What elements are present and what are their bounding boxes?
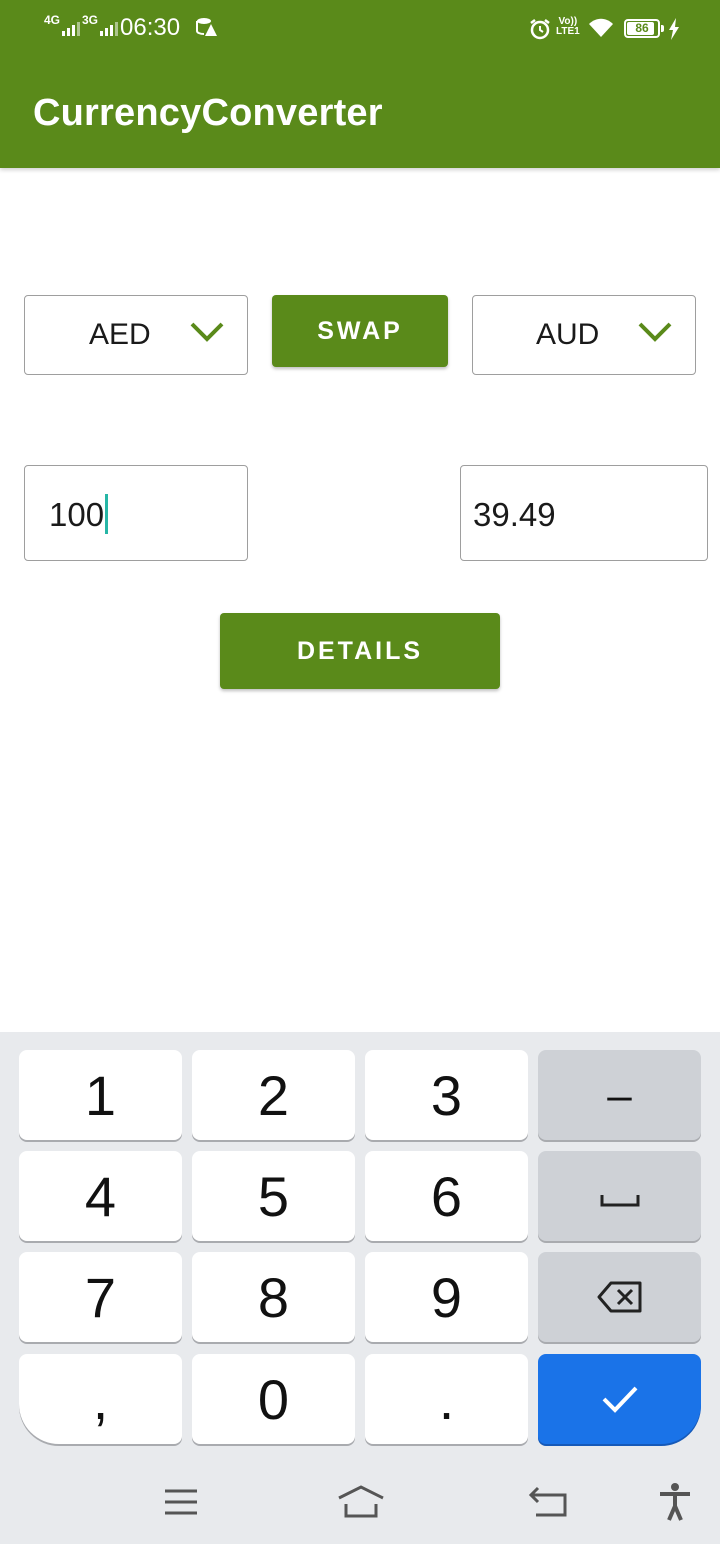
battery-level: 86 bbox=[635, 21, 649, 35]
result-field[interactable]: 39.49 bbox=[460, 465, 708, 561]
key-6[interactable]: 6 bbox=[365, 1151, 528, 1241]
signal-4g: 4G bbox=[44, 13, 81, 36]
key-8[interactable]: 8 bbox=[192, 1252, 355, 1342]
key-backspace[interactable] bbox=[538, 1252, 701, 1342]
text-cursor bbox=[105, 494, 109, 535]
backspace-icon bbox=[597, 1281, 641, 1313]
key-space[interactable] bbox=[538, 1151, 701, 1241]
to-currency-dropdown[interactable]: AUD bbox=[472, 295, 696, 375]
signal-bars-icon bbox=[62, 16, 81, 36]
key-9[interactable]: 9 bbox=[365, 1252, 528, 1342]
battery-icon: 86 bbox=[624, 19, 664, 38]
key-comma[interactable]: , bbox=[19, 1354, 182, 1444]
key-5[interactable]: 5 bbox=[192, 1151, 355, 1241]
data-saver-icon bbox=[196, 18, 217, 36]
amount-input-value: 100 bbox=[49, 496, 105, 533]
network-type-2: 3G bbox=[82, 13, 99, 27]
key-3[interactable]: 3 bbox=[365, 1050, 528, 1140]
numeric-keyboard: 1 2 3 – 4 5 6 7 8 9 , 0 . bbox=[0, 1032, 720, 1544]
key-dot[interactable]: . bbox=[365, 1354, 528, 1444]
chevron-down-icon bbox=[638, 322, 672, 342]
from-currency-value: AED bbox=[89, 318, 151, 351]
space-icon bbox=[600, 1195, 639, 1207]
key-done[interactable] bbox=[538, 1354, 701, 1444]
key-7[interactable]: 7 bbox=[19, 1252, 182, 1342]
status-time: 06:30 bbox=[120, 14, 181, 41]
home-icon[interactable] bbox=[336, 1484, 386, 1520]
key-1[interactable]: 1 bbox=[19, 1050, 182, 1140]
to-currency-value: AUD bbox=[536, 318, 600, 351]
swap-button[interactable]: SWAP bbox=[272, 295, 448, 367]
from-currency-dropdown[interactable]: AED bbox=[24, 295, 248, 375]
back-icon[interactable] bbox=[528, 1485, 570, 1519]
charging-icon bbox=[669, 18, 679, 40]
key-2[interactable]: 2 bbox=[192, 1050, 355, 1140]
key-4[interactable]: 4 bbox=[19, 1151, 182, 1241]
check-icon bbox=[602, 1386, 637, 1413]
wifi-icon bbox=[589, 18, 613, 37]
accessibility-icon[interactable] bbox=[658, 1482, 692, 1522]
key-0[interactable]: 0 bbox=[192, 1354, 355, 1444]
network-type-1: 4G bbox=[44, 13, 61, 27]
volte-indicator: Vo)) LTE1 bbox=[556, 16, 580, 37]
details-button[interactable]: DETAILS bbox=[220, 613, 500, 689]
signal-bars-icon bbox=[100, 16, 119, 36]
key-minus[interactable]: – bbox=[538, 1050, 701, 1140]
signal-3g: 3G bbox=[82, 13, 119, 36]
result-value: 39.49 bbox=[473, 496, 556, 533]
menu-icon[interactable] bbox=[163, 1487, 199, 1517]
app-title: CurrencyConverter bbox=[33, 92, 383, 134]
amount-input[interactable]: 100 bbox=[24, 465, 248, 561]
chevron-down-icon bbox=[190, 322, 224, 342]
alarm-icon bbox=[530, 19, 550, 40]
status-bar: 4G 3G 06:30 Vo)) LTE1 86 bbox=[0, 0, 720, 58]
